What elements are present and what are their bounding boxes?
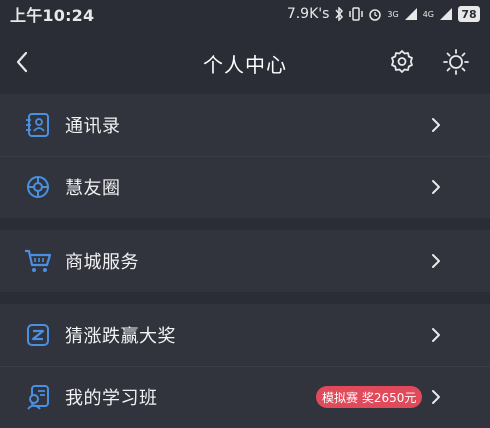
signal-type-1: 3G: [387, 9, 399, 19]
menu-item-contacts[interactable]: 通讯录: [0, 94, 490, 156]
settings-button[interactable]: [384, 44, 420, 80]
menu-item-label: 猜涨跌赢大奖: [65, 326, 176, 347]
promo-badge: 模拟赛 奖2650元: [316, 386, 423, 408]
status-indicators: 7.9K's 3G 4G 78: [287, 6, 480, 22]
network-speed: 7.9K's: [286, 6, 330, 22]
menu-item-label: 商城服务: [65, 252, 139, 273]
signal-icon: [404, 7, 418, 21]
status-bar: 上午10:24 7.9K's 3G 4G 78: [0, 0, 490, 28]
sun-icon: [443, 49, 469, 75]
menu-item-label: 通讯录: [65, 116, 121, 137]
contacts-icon: [24, 111, 52, 139]
chevron-left-icon: [16, 51, 28, 73]
chevron-right-icon: [426, 115, 446, 135]
vibrate-icon: [349, 7, 364, 21]
menu-group-social: 通讯录 慧友圈: [0, 94, 490, 218]
theme-toggle-button[interactable]: [438, 44, 474, 80]
chevron-right-icon: [426, 177, 446, 197]
signal-icon-2: [439, 7, 453, 21]
cart-icon: [24, 247, 52, 275]
alarm-icon: [368, 7, 382, 21]
back-button[interactable]: [4, 44, 40, 80]
status-time: 上午10:24: [10, 6, 95, 25]
menu-item-label: 我的学习班: [65, 388, 158, 409]
menu-item-guess[interactable]: 猜涨跌赢大奖: [0, 304, 490, 366]
study-icon: [24, 383, 52, 411]
menu-group-mall: 商城服务: [0, 230, 490, 292]
bluetooth-icon: [334, 7, 344, 21]
guess-icon: [24, 321, 52, 349]
menu-item-study-class[interactable]: 我的学习班 模拟赛 奖2650元: [0, 366, 490, 428]
menu-item-label: 慧友圈: [65, 178, 121, 199]
menu-item-mall[interactable]: 商城服务: [0, 230, 490, 292]
page-title: 个人中心: [203, 52, 287, 77]
menu-item-friends-circle[interactable]: 慧友圈: [0, 156, 490, 218]
chevron-right-icon: [426, 325, 446, 345]
header: 个人中心: [0, 32, 490, 94]
gear-icon: [391, 50, 413, 73]
menu-group-activities: 猜涨跌赢大奖 我的学习班 模拟赛 奖2650元: [0, 304, 490, 428]
signal-type-2: 4G: [422, 9, 434, 19]
friends-circle-icon: [24, 173, 52, 201]
battery-icon: 78: [458, 6, 480, 22]
chevron-right-icon: [426, 387, 446, 407]
chevron-right-icon: [426, 251, 446, 271]
